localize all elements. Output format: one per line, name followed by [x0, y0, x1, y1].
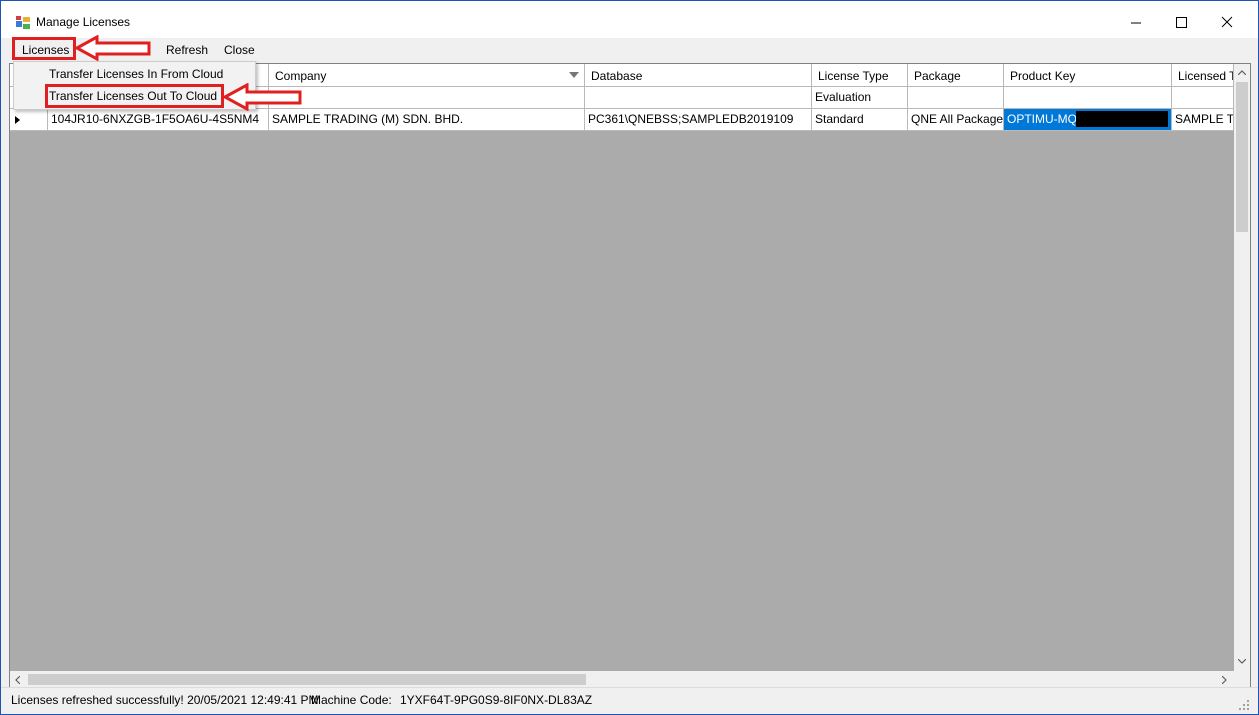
column-header-licensed-to[interactable]: Licensed T [1172, 64, 1234, 87]
filter-license-type[interactable]: Evaluation [812, 87, 908, 109]
manage-licenses-window: Manage Licenses Licenses Refresh Close C… [0, 0, 1259, 715]
close-icon [1221, 16, 1233, 28]
filter-product-key[interactable] [1004, 87, 1172, 109]
maximize-button[interactable] [1161, 9, 1201, 35]
vertical-scrollbar[interactable] [1234, 64, 1250, 671]
row-indicator-icon [15, 116, 20, 124]
status-bar: Licenses refreshed successfully! 20/05/2… [1, 687, 1258, 714]
scrollbar-corner [1234, 671, 1250, 688]
redaction-block [1076, 111, 1168, 127]
horizontal-scroll-thumb[interactable] [28, 674, 586, 685]
resize-grip-icon[interactable] [1238, 699, 1250, 711]
highlight-box-licenses [12, 37, 76, 60]
cell-package[interactable]: QNE All Packages [908, 109, 1004, 131]
window-title: Manage Licenses [36, 15, 131, 29]
column-header-database[interactable]: Database [585, 64, 812, 87]
cell-database[interactable]: PC361\QNEBSS;SAMPLEDB2019109 [585, 109, 812, 131]
menu-close[interactable]: Close [224, 43, 255, 57]
menu-item-transfer-in[interactable]: Transfer Licenses In From Cloud [49, 67, 223, 81]
column-header-package[interactable]: Package [908, 64, 1004, 87]
horizontal-scrollbar[interactable] [10, 671, 1234, 688]
filter-package[interactable] [908, 87, 1004, 109]
scroll-left-icon[interactable] [15, 676, 20, 684]
cell-licensed-to[interactable]: SAMPLE TF [1172, 109, 1234, 131]
dropdown-arrow-icon [569, 72, 579, 78]
minimize-button[interactable] [1116, 9, 1156, 35]
machine-code-value: 1YXF64T-9PG0S9-8IF0NX-DL83AZ [400, 693, 593, 707]
licenses-grid[interactable]: Company Database License Type Package Pr… [9, 63, 1251, 689]
scroll-up-icon[interactable] [1238, 70, 1246, 75]
app-icon [16, 16, 30, 29]
cell-license-type[interactable]: Standard [812, 109, 908, 131]
column-header-product-key[interactable]: Product Key [1004, 64, 1172, 87]
row-header[interactable] [10, 109, 48, 131]
vertical-scroll-thumb[interactable] [1236, 82, 1248, 232]
scroll-down-icon[interactable] [1238, 659, 1246, 664]
cell-company[interactable]: SAMPLE TRADING (M) SDN. BHD. [269, 109, 585, 131]
highlight-box-transfer-out [45, 84, 224, 108]
cell-license-no[interactable]: 104JR10-6NXZGB-1F5OA6U-4S5NM4 [48, 109, 269, 131]
maximize-icon [1176, 17, 1187, 28]
annotation-arrow-licenses [75, 35, 151, 61]
product-key-text: OPTIMU-MQN [1007, 112, 1086, 126]
scroll-right-icon[interactable] [1222, 676, 1227, 684]
column-header-license-type[interactable]: License Type [812, 64, 908, 87]
status-message: Licenses refreshed successfully! 20/05/2… [11, 693, 319, 707]
annotation-arrow-transfer-out [223, 83, 302, 111]
menu-bar: Licenses Refresh Close [1, 38, 1258, 62]
column-header-company-label: Company [275, 69, 327, 83]
filter-database[interactable] [585, 87, 812, 109]
machine-code-label: Machine Code: [311, 693, 392, 707]
title-bar[interactable]: Manage Licenses [1, 1, 1258, 38]
cell-product-key[interactable]: OPTIMU-MQN [1004, 109, 1172, 131]
minimize-icon [1131, 22, 1141, 24]
close-window-button[interactable] [1207, 9, 1247, 35]
column-header-company[interactable]: Company [269, 64, 585, 87]
filter-licensed-to[interactable] [1172, 87, 1234, 109]
filter-company[interactable] [269, 87, 585, 109]
menu-refresh[interactable]: Refresh [166, 43, 208, 57]
